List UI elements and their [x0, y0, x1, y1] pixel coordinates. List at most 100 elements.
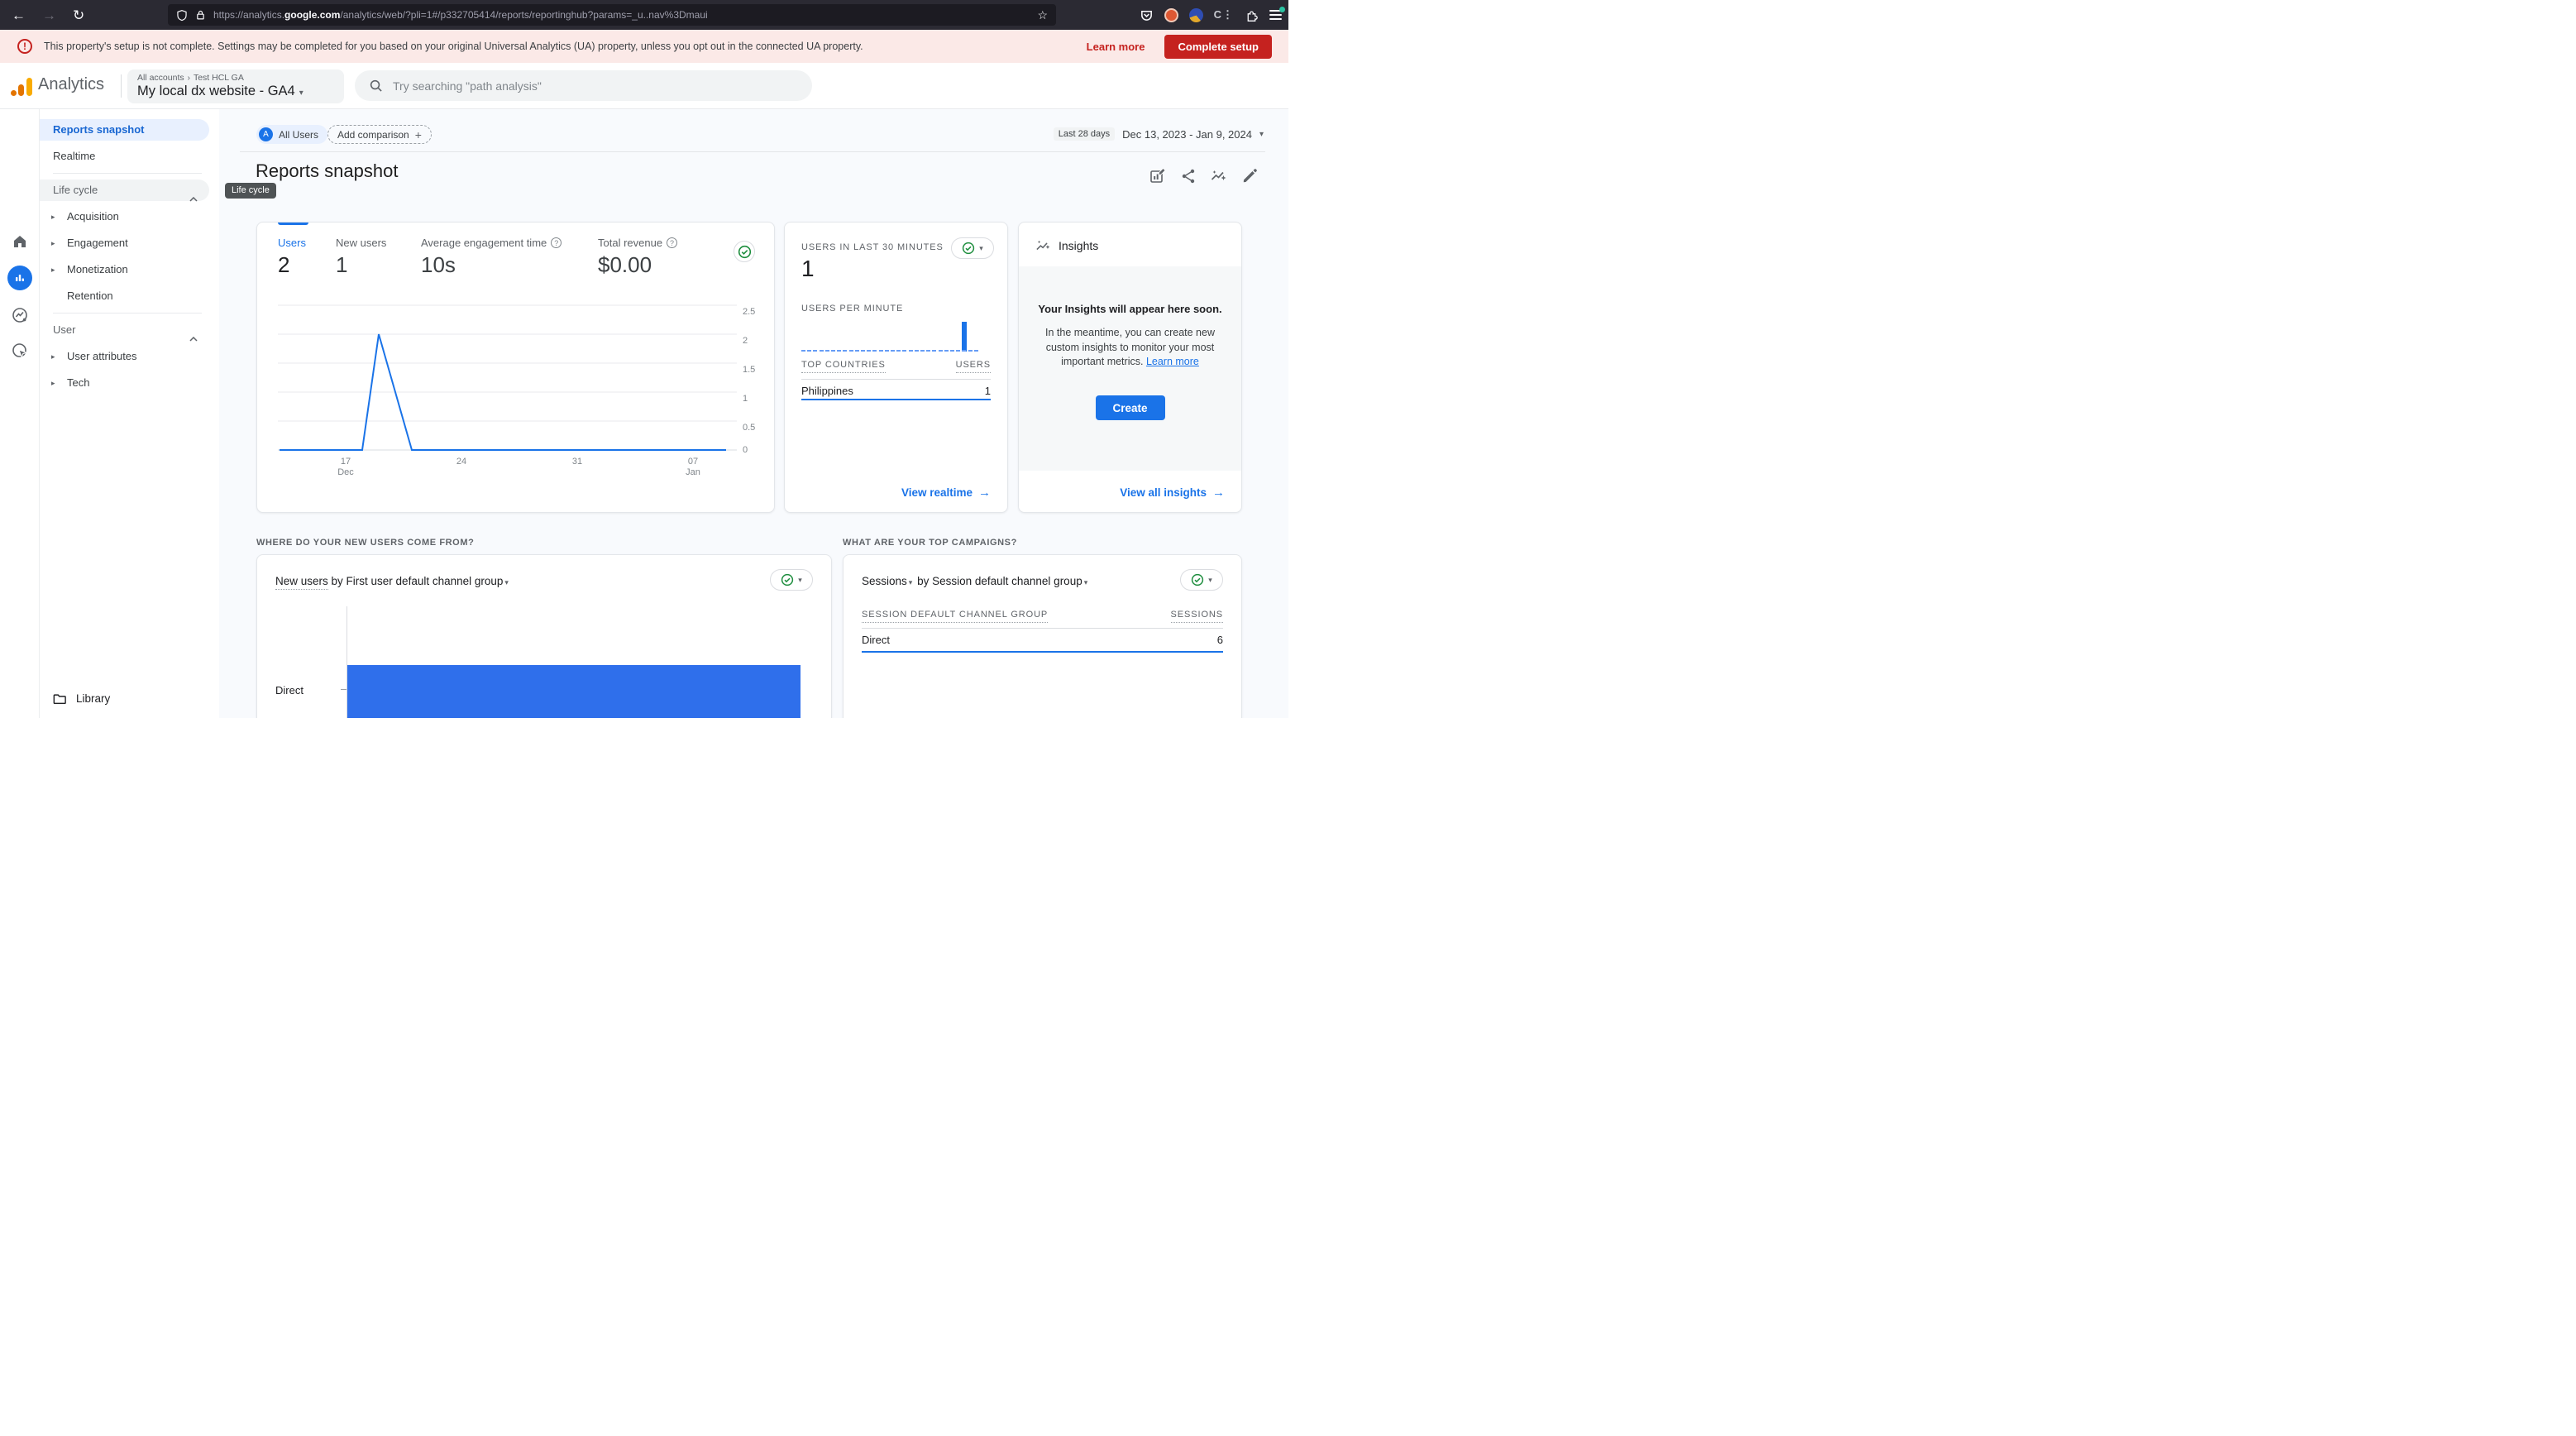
- expand-triangle-icon[interactable]: ▸: [51, 206, 55, 227]
- row-underline: [862, 651, 1223, 653]
- date-preset-badge: Last 28 days: [1054, 127, 1115, 141]
- nav-item-engagement[interactable]: ▸Engagement: [40, 232, 209, 254]
- direct-bar[interactable]: [347, 665, 801, 718]
- nav-section-life-cycle[interactable]: Life cycle: [40, 180, 209, 201]
- tracking-shield-icon[interactable]: [176, 9, 188, 22]
- chevron-right-icon: ›: [188, 74, 190, 83]
- life-cycle-tooltip: Life cycle: [225, 183, 276, 199]
- data-quality-button[interactable]: [734, 241, 755, 262]
- browser-reload-icon[interactable]: ↻: [73, 8, 84, 22]
- sparkline-slot: [813, 317, 819, 352]
- reports-icon[interactable]: [0, 266, 40, 290]
- sparkline-slot: [950, 317, 956, 352]
- extensions-puzzle-icon[interactable]: [1245, 8, 1259, 22]
- metric-total-revenue[interactable]: Total revenue? $0.00: [598, 237, 677, 278]
- nav-item-user-attributes[interactable]: ▸User attributes: [40, 346, 209, 367]
- data-quality-dropdown[interactable]: ▾: [1180, 569, 1223, 591]
- setup-banner: ! This property's setup is not complete.…: [0, 30, 1288, 63]
- dropdown-caret-icon: ▾: [979, 244, 983, 253]
- edit-pencil-icon[interactable]: [1240, 167, 1259, 185]
- address-bar[interactable]: https://analytics.google.com/analytics/w…: [168, 4, 1056, 26]
- sparkline-slot: [896, 317, 902, 352]
- duckduckgo-extension-icon[interactable]: [1164, 8, 1178, 22]
- report-actions: [1149, 167, 1259, 185]
- date-range-selector[interactable]: Last 28 days Dec 13, 2023 - Jan 9, 2024 …: [1054, 127, 1264, 141]
- learn-more-link[interactable]: Learn more: [1146, 356, 1199, 367]
- share-icon[interactable]: [1179, 167, 1197, 185]
- users-per-minute-sparkline[interactable]: [801, 317, 980, 352]
- nav-divider: [53, 313, 202, 314]
- home-icon[interactable]: [0, 233, 40, 250]
- lock-icon[interactable]: [195, 9, 206, 21]
- info-icon[interactable]: ?: [551, 237, 562, 248]
- x-tick: 07Jan: [686, 457, 700, 478]
- learn-more-link[interactable]: Learn more: [1087, 41, 1145, 53]
- bookmark-star-icon[interactable]: ☆: [1037, 8, 1048, 22]
- create-insight-button[interactable]: Create: [1096, 395, 1165, 420]
- data-quality-dropdown[interactable]: ▾: [951, 237, 994, 259]
- info-icon[interactable]: ?: [667, 237, 677, 248]
- dropdown-caret-icon: ▾: [1208, 576, 1212, 585]
- browser-back-icon[interactable]: ←: [12, 8, 26, 22]
- main-content: A All Users Add comparison + Last 28 day…: [219, 109, 1288, 718]
- explore-icon[interactable]: [0, 306, 40, 324]
- y-tick: 1: [743, 394, 767, 404]
- all-users-chip[interactable]: A All Users: [256, 125, 327, 144]
- nav-item-library[interactable]: Library: [40, 688, 209, 710]
- expand-triangle-icon[interactable]: ▸: [51, 346, 55, 367]
- x-tick: 24: [456, 457, 466, 467]
- browser-menu-icon[interactable]: [1269, 10, 1282, 20]
- browser-toolbar: ← → ↻ https://analytics.google.com/analy…: [0, 0, 1288, 30]
- campaigns-card-title[interactable]: Sessions▾ by Session default channel gro…: [862, 575, 1089, 587]
- active-tab-indicator[interactable]: [278, 223, 308, 225]
- realtime-card: USERS IN LAST 30 MINUTES ▾ 1 USERS PER M…: [784, 222, 1008, 513]
- expand-triangle-icon[interactable]: ▸: [51, 372, 55, 394]
- sparkline-slot: [885, 317, 891, 352]
- complete-setup-button[interactable]: Complete setup: [1164, 35, 1272, 59]
- nav-item-tech[interactable]: ▸Tech: [40, 372, 209, 394]
- nav-item-acquisition[interactable]: ▸Acquisition: [40, 206, 209, 227]
- new-users-card-title[interactable]: New users by First user default channel …: [275, 575, 510, 587]
- view-all-insights-link[interactable]: View all insights→: [1120, 486, 1225, 500]
- nav-item-retention[interactable]: Retention: [40, 285, 209, 307]
- add-comparison-chip[interactable]: Add comparison +: [327, 125, 432, 144]
- expand-triangle-icon[interactable]: ▸: [51, 232, 55, 254]
- dropdown-caret-icon: ▾: [798, 576, 802, 585]
- pocket-icon[interactable]: [1140, 8, 1154, 22]
- insights-icon[interactable]: [1210, 167, 1228, 185]
- sparkline-slot: [891, 317, 896, 352]
- analytics-logo-icon[interactable]: [11, 76, 32, 96]
- search-input[interactable]: Try searching "path analysis": [355, 70, 812, 101]
- url-text: https://analytics.google.com/analytics/w…: [213, 9, 708, 21]
- view-realtime-link[interactable]: View realtime→: [901, 486, 991, 500]
- divider: [801, 379, 991, 380]
- browser-forward-icon[interactable]: →: [42, 8, 56, 22]
- breadcrumb: All accounts›Test HCL GA: [137, 73, 334, 83]
- nav-section-user[interactable]: User: [40, 319, 209, 341]
- table-row[interactable]: Direct 6: [862, 634, 1223, 646]
- nav-item-realtime[interactable]: Realtime: [40, 146, 209, 167]
- data-quality-dropdown[interactable]: ▾: [770, 569, 813, 591]
- x-tick: 17Dec: [337, 457, 354, 478]
- sparkline-slot: [939, 317, 944, 352]
- metric-new-users[interactable]: New users 1: [336, 237, 386, 278]
- nav-item-monetization[interactable]: ▸Monetization: [40, 259, 209, 280]
- dropdown-caret-icon: ▾: [1259, 130, 1264, 139]
- advertising-icon[interactable]: [0, 342, 40, 360]
- metric-avg-engagement-time[interactable]: Average engagement time? 10s: [421, 237, 562, 278]
- extension-icon[interactable]: [1189, 8, 1203, 22]
- axis-tick: [341, 689, 346, 690]
- y-tick: 0: [743, 445, 767, 455]
- check-circle-icon: [781, 573, 794, 586]
- users-line-chart[interactable]: 17Dec 24 31 07Jan: [278, 298, 737, 480]
- expand-triangle-icon[interactable]: ▸: [51, 259, 55, 280]
- search-icon: [369, 79, 383, 93]
- colorzilla-extension-icon[interactable]: C⋮: [1214, 8, 1234, 22]
- account-switcher[interactable]: All accounts›Test HCL GA My local dx web…: [127, 69, 344, 103]
- insights-icon: [1035, 239, 1052, 254]
- customize-report-icon[interactable]: [1149, 167, 1167, 185]
- metric-users[interactable]: Users 2: [278, 237, 306, 278]
- date-range-value: Dec 13, 2023 - Jan 9, 2024: [1122, 128, 1252, 141]
- nav-item-reports-snapshot[interactable]: Reports snapshot: [40, 119, 209, 141]
- table-row[interactable]: Philippines 1: [801, 385, 991, 397]
